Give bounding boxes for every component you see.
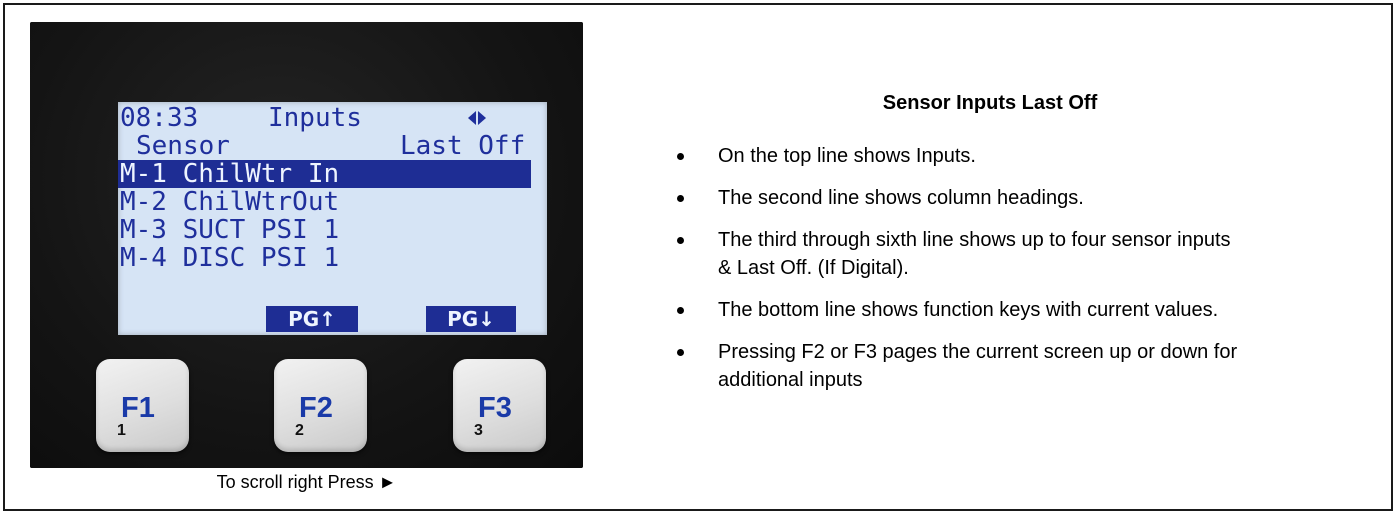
scroll-arrows-icon	[468, 104, 486, 132]
lcd-sensor-row[interactable]: M-4 DISC PSI 1	[118, 244, 547, 272]
description-list: On the top line shows Inputs. The second…	[650, 142, 1350, 408]
sensor-name: M-2 ChilWtrOut	[120, 187, 340, 217]
f3-label: F3	[478, 392, 512, 424]
lcd-time: 08:33	[120, 103, 199, 133]
lcd-sensor-row[interactable]: M-3 SUCT PSI 1	[118, 216, 547, 244]
bullet-icon	[677, 195, 684, 202]
list-item: The third through sixth line shows up to…	[650, 226, 1238, 282]
f2-number: 2	[295, 422, 304, 439]
f2-button[interactable]: F2 2	[274, 359, 367, 452]
photo-caption: To scroll right Press ►	[216, 472, 397, 492]
controller-device: 08:33 Inputs Sensor Last Off M-1 ChilWtr…	[30, 22, 583, 468]
bullet-icon	[677, 237, 684, 244]
list-item-text: On the top line shows Inputs.	[718, 145, 976, 167]
list-item: The second line shows column headings.	[650, 184, 1350, 212]
list-item: Pressing F2 or F3 pages the current scre…	[650, 338, 1238, 394]
lcd-sensor-row[interactable]: M-2 ChilWtrOut	[118, 188, 547, 216]
lcd-screen: 08:33 Inputs Sensor Last Off M-1 ChilWtr…	[118, 102, 547, 335]
f2-label: F2	[299, 392, 333, 424]
f3-button[interactable]: F3 3	[453, 359, 546, 452]
bullet-icon	[677, 307, 684, 314]
list-item: On the top line shows Inputs.	[650, 142, 1350, 170]
list-item: The bottom line shows function keys with…	[650, 296, 1278, 324]
list-item-text: Pressing F2 or F3 pages the current scre…	[718, 341, 1238, 391]
lcd-header-row: 08:33 Inputs	[118, 104, 547, 132]
arrow-left-icon	[468, 111, 476, 125]
list-item-text: The second line shows column headings.	[718, 187, 1084, 209]
sensor-name: M-3 SUCT PSI 1	[120, 215, 340, 245]
lcd-sensor-row-selected[interactable]: M-1 ChilWtr In	[118, 160, 531, 188]
column-heading-sensor: Sensor	[136, 131, 230, 161]
softkey-page-up: PG↑	[266, 306, 358, 332]
lcd-column-headings: Sensor Last Off	[118, 132, 547, 160]
f1-number: 1	[117, 422, 126, 439]
sensor-name: M-4 DISC PSI 1	[120, 243, 340, 273]
f1-label: F1	[121, 392, 155, 424]
list-item-text: The bottom line shows function keys with…	[718, 299, 1219, 321]
softkey-page-down: PG↓	[426, 306, 516, 332]
list-item-text: The third through sixth line shows up to…	[718, 229, 1231, 279]
lcd-screen-title: Inputs	[268, 103, 362, 133]
section-title: Sensor Inputs Last Off	[882, 92, 1098, 114]
f3-number: 3	[474, 422, 483, 439]
bullet-icon	[677, 349, 684, 356]
column-heading-last-off: Last Off	[400, 131, 526, 161]
sensor-name: M-1 ChilWtr In	[120, 159, 340, 189]
bullet-icon	[677, 153, 684, 160]
arrow-right-icon	[478, 111, 486, 125]
f1-button[interactable]: F1 1	[96, 359, 189, 452]
